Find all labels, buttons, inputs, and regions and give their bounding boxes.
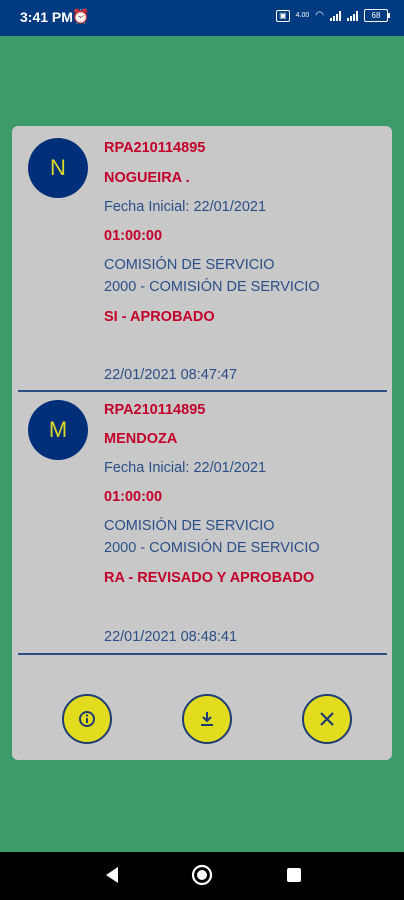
download-button[interactable] — [182, 694, 232, 744]
employee-name: NOGUEIRA . — [104, 170, 190, 186]
battery-level: 68 — [371, 11, 381, 20]
request-subtype: 2000 - COMISIÓN DE SERVICIO — [104, 540, 320, 556]
approval-card[interactable]: N RPA210114895 NOGUEIRA . Fecha Inicial:… — [12, 126, 392, 390]
duration: 01:00:00 — [104, 228, 163, 244]
recents-icon[interactable] — [284, 864, 304, 886]
battery-icon: 68 — [364, 9, 390, 22]
avatar: M — [28, 400, 88, 460]
action-bar — [12, 686, 392, 746]
request-code: RPA210114895 — [104, 140, 206, 156]
start-date: Fecha Inicial: 22/01/2021 — [104, 460, 267, 476]
close-icon — [320, 712, 334, 726]
signal-icon-2 — [347, 10, 358, 21]
alarm-clock-icon: ⏰ — [72, 8, 90, 24]
divider — [18, 390, 387, 392]
approval-card[interactable]: M RPA210114895 MENDOZA Fecha Inicial: 22… — [12, 393, 392, 653]
divider — [18, 653, 387, 655]
back-icon[interactable] — [102, 864, 122, 886]
request-type: COMISIÓN DE SERVICIO — [104, 518, 275, 534]
request-subtype: 2000 - COMISIÓN DE SERVICIO — [104, 279, 320, 295]
status-bar: 3:41 PM ⏰ ▣ 4.00 ◠ 68 — [0, 0, 404, 36]
close-button[interactable] — [302, 694, 352, 744]
navigation-bar — [0, 852, 404, 900]
home-icon[interactable] — [191, 864, 213, 886]
request-code: RPA210114895 — [104, 402, 206, 418]
status-text: SI - APROBADO — [104, 309, 215, 325]
duration: 01:00:00 — [104, 489, 163, 505]
wifi-icon: ◠ — [315, 10, 324, 21]
timestamp: 22/01/2021 08:47:47 — [104, 367, 238, 383]
info-icon — [79, 711, 95, 727]
status-time: 3:41 PM — [20, 9, 73, 25]
download-icon — [201, 712, 213, 726]
approvals-panel: N RPA210114895 NOGUEIRA . Fecha Inicial:… — [12, 126, 392, 760]
request-type: COMISIÓN DE SERVICIO — [104, 257, 275, 273]
status-icons: ▣ 4.00 ◠ 68 — [276, 9, 390, 22]
sim-icon: ▣ — [276, 9, 290, 22]
avatar: N — [28, 138, 88, 198]
status-text: RA - REVISADO Y APROBADO — [104, 570, 315, 586]
employee-name: MENDOZA — [104, 431, 178, 447]
start-date: Fecha Inicial: 22/01/2021 — [104, 199, 267, 215]
signal-icon — [330, 10, 341, 21]
timestamp: 22/01/2021 08:48:41 — [104, 629, 238, 645]
info-button[interactable] — [62, 694, 112, 744]
wifi-speed-label: 4.00 — [295, 12, 310, 19]
